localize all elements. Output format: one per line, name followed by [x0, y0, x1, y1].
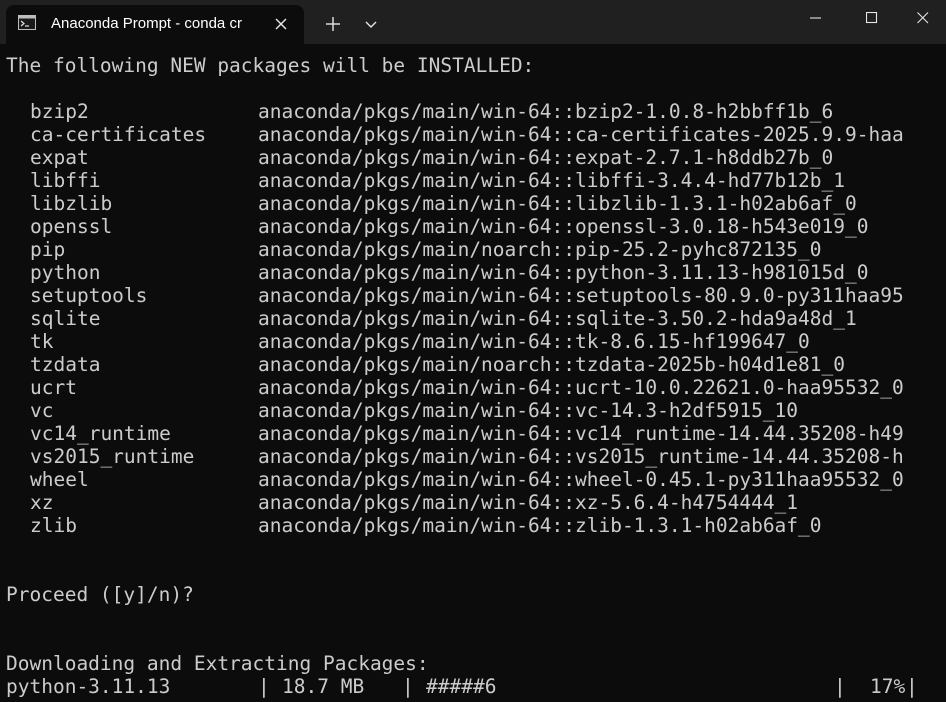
package-spec: anaconda/pkgs/main/win-64::ucrt-10.0.226…	[258, 376, 904, 399]
proceed-prompt: Proceed ([y]/n)?	[6, 583, 194, 606]
maximize-button[interactable]	[849, 0, 895, 36]
tab-dropdown-button[interactable]	[357, 10, 385, 38]
package-name: ca-certificates	[30, 123, 207, 146]
progress-percent: 17%	[870, 675, 906, 698]
new-tab-button[interactable]	[319, 10, 347, 38]
terminal-window: Anaconda Prompt - conda cr The following…	[0, 0, 946, 702]
close-window-button[interactable]	[900, 0, 946, 36]
package-spec: anaconda/pkgs/main/win-64::vc-14.3-h2df5…	[258, 399, 799, 422]
chevron-down-icon	[357, 21, 385, 42]
tab-title: Anaconda Prompt - conda cr	[51, 15, 242, 32]
package-spec: anaconda/pkgs/main/win-64::libffi-3.4.4-…	[258, 169, 845, 192]
package-name: vc14_runtime	[30, 422, 171, 445]
package-spec: anaconda/pkgs/main/win-64::vs2015_runtim…	[258, 445, 904, 468]
package-name: tk	[30, 330, 54, 353]
progress-separator: |	[834, 675, 846, 698]
package-name: openssl	[30, 215, 113, 238]
progress-package: python-3.11.13	[6, 675, 171, 698]
progress-bar: #####6	[426, 675, 497, 698]
package-name: vc	[30, 399, 54, 422]
progress-size: 18.7 MB	[282, 675, 365, 698]
package-name: zlib	[30, 514, 77, 537]
install-header: The following NEW packages will be INSTA…	[6, 54, 535, 77]
maximize-icon	[866, 12, 878, 24]
package-spec: anaconda/pkgs/main/noarch::tzdata-2025b-…	[258, 353, 845, 376]
package-spec: anaconda/pkgs/main/win-64::sqlite-3.50.2…	[258, 307, 857, 330]
package-name: sqlite	[30, 307, 101, 330]
package-name: python	[30, 261, 101, 284]
progress-separator: |	[402, 675, 414, 698]
package-spec: anaconda/pkgs/main/win-64::libzlib-1.3.1…	[258, 192, 857, 215]
package-name: expat	[30, 146, 89, 169]
package-name: libffi	[30, 169, 101, 192]
progress-separator: |	[258, 675, 270, 698]
package-spec: anaconda/pkgs/main/win-64::zlib-1.3.1-h0…	[258, 514, 822, 537]
download-header: Downloading and Extracting Packages:	[6, 652, 429, 675]
package-spec: anaconda/pkgs/main/win-64::vc14_runtime-…	[258, 422, 904, 445]
package-name: pip	[30, 238, 66, 261]
package-spec: anaconda/pkgs/main/win-64::expat-2.7.1-h…	[258, 146, 834, 169]
package-name: wheel	[30, 468, 89, 491]
package-name: setuptools	[30, 284, 148, 307]
package-name: tzdata	[30, 353, 101, 376]
minimize-icon	[810, 17, 821, 19]
package-spec: anaconda/pkgs/main/win-64::xz-5.6.4-h475…	[258, 491, 799, 514]
plus-icon	[319, 17, 347, 42]
package-spec: anaconda/pkgs/main/win-64::bzip2-1.0.8-h…	[258, 100, 834, 123]
title-bar: Anaconda Prompt - conda cr	[0, 0, 946, 44]
progress-separator: |	[906, 675, 918, 698]
close-icon	[917, 12, 929, 24]
package-spec: anaconda/pkgs/main/noarch::pip-25.2-pyhc…	[258, 238, 822, 261]
minimize-button[interactable]	[793, 0, 839, 36]
package-name: ucrt	[30, 376, 77, 399]
terminal-output[interactable]: The following NEW packages will be INSTA…	[0, 52, 946, 702]
tab-anaconda-prompt[interactable]: Anaconda Prompt - conda cr	[6, 5, 304, 44]
package-name: vs2015_runtime	[30, 445, 195, 468]
package-spec: anaconda/pkgs/main/win-64::setuptools-80…	[258, 284, 904, 307]
package-name: xz	[30, 491, 54, 514]
package-spec: anaconda/pkgs/main/win-64::wheel-0.45.1-…	[258, 468, 904, 491]
package-name: libzlib	[30, 192, 113, 215]
package-spec: anaconda/pkgs/main/win-64::ca-certificat…	[258, 123, 904, 146]
package-spec: anaconda/pkgs/main/win-64::python-3.11.1…	[258, 261, 869, 284]
close-tab-icon[interactable]	[270, 13, 292, 35]
package-spec: anaconda/pkgs/main/win-64::openssl-3.0.1…	[258, 215, 869, 238]
package-spec: anaconda/pkgs/main/win-64::tk-8.6.15-hf1…	[258, 330, 810, 353]
package-name: bzip2	[30, 100, 89, 123]
terminal-icon	[18, 15, 36, 30]
